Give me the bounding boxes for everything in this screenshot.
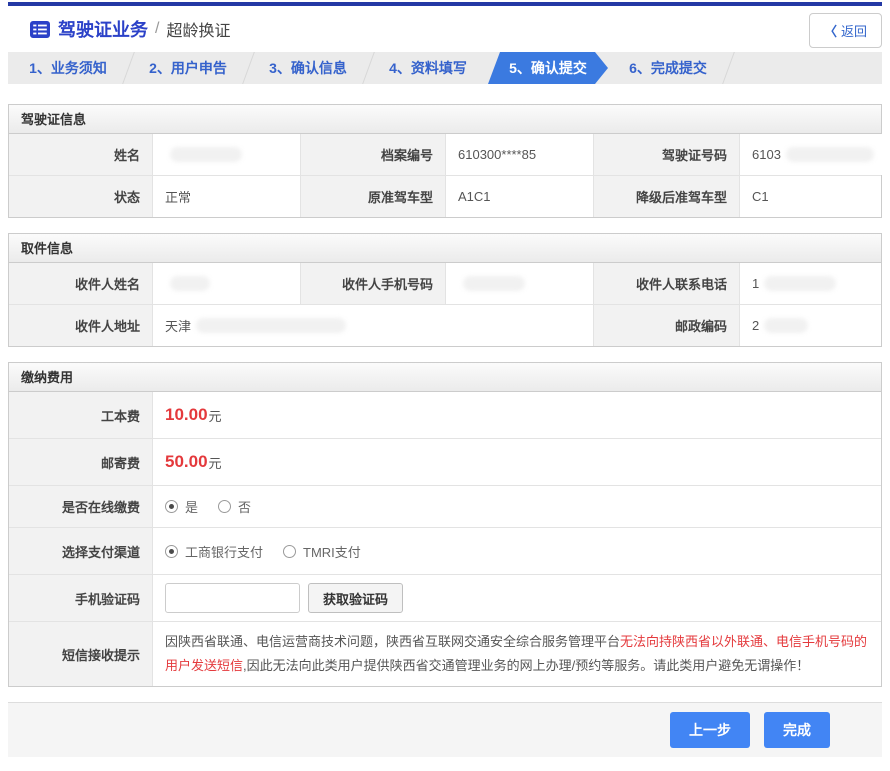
postcode-label: 邮政编码 <box>594 305 740 346</box>
license-info-title: 驾驶证信息 <box>9 105 881 134</box>
radio-online-no-label[interactable]: 否 <box>238 497 251 516</box>
recipient-address-value: 天津 <box>153 305 594 346</box>
original-class-label: 原准驾车型 <box>301 176 446 217</box>
name-value <box>153 134 301 175</box>
payment-channel-label: 选择支付渠道 <box>9 528 153 574</box>
recipient-name-label: 收件人姓名 <box>9 263 153 304</box>
redacted-blur <box>786 147 874 162</box>
step-5-confirm-submit[interactable]: 5、确认提交 <box>488 52 608 84</box>
payment-channel-options: 工商银行支付 TMRI支付 <box>153 528 881 574</box>
back-button-label: 返回 <box>841 24 867 39</box>
table-row: 是否在线缴费 是 否 <box>9 485 881 527</box>
step-2-user-declaration[interactable]: 2、用户申告 <box>128 52 248 84</box>
status-label: 状态 <box>9 176 153 217</box>
finish-button[interactable]: 完成 <box>764 712 830 748</box>
status-value: 正常 <box>153 176 301 217</box>
table-row: 工本费 10.00元 <box>9 392 881 438</box>
radio-online-no[interactable] <box>218 500 231 513</box>
breadcrumb-separator: / <box>155 20 159 38</box>
table-row: 状态 正常 原准驾车型 A1C1 降级后准驾车型 C1 <box>9 175 881 217</box>
radio-channel-tmri[interactable] <box>283 545 296 558</box>
step-6-complete-submit[interactable]: 6、完成提交 <box>608 52 728 84</box>
postage-fee-label: 邮寄费 <box>9 439 153 485</box>
footer-action-bar: 上一步 完成 <box>8 702 882 757</box>
recipient-phone-label: 收件人联系电话 <box>594 263 740 304</box>
redacted-blur <box>170 147 242 162</box>
table-row: 收件人姓名 收件人手机号码 收件人联系电话 1 <box>9 263 881 304</box>
table-row: 手机验证码 获取验证码 <box>9 574 881 621</box>
get-code-button[interactable]: 获取验证码 <box>308 583 403 613</box>
postage-fee-value: 50.00元 <box>153 439 881 485</box>
table-row: 姓名 档案编号 610300****85 驾驶证号码 6103 <box>9 134 881 175</box>
production-fee-value: 10.00元 <box>153 392 881 438</box>
radio-channel-tmri-label[interactable]: TMRI支付 <box>303 542 361 561</box>
license-info-section: 驾驶证信息 姓名 档案编号 610300****85 驾驶证号码 6103 状态… <box>8 104 882 218</box>
radio-online-yes[interactable] <box>165 500 178 513</box>
table-row: 收件人地址 天津 邮政编码 2 <box>9 304 881 346</box>
table-row: 邮寄费 50.00元 <box>9 438 881 485</box>
name-label: 姓名 <box>9 134 153 175</box>
page-header: 驾驶证业务 / 超龄换证 〈返回 <box>8 6 882 52</box>
recipient-mobile-label: 收件人手机号码 <box>301 263 446 304</box>
sms-notice-label: 短信接收提示 <box>9 622 153 686</box>
payment-title: 缴纳费用 <box>9 363 881 392</box>
previous-step-button[interactable]: 上一步 <box>670 712 750 748</box>
license-number-value: 6103 <box>740 134 886 175</box>
license-form-icon <box>30 21 50 38</box>
redacted-blur <box>170 276 210 291</box>
radio-channel-icbc-label[interactable]: 工商银行支付 <box>185 542 263 561</box>
step-1-business-notes[interactable]: 1、业务须知 <box>8 52 128 84</box>
pickup-info-section: 取件信息 收件人姓名 收件人手机号码 收件人联系电话 1 收件人地址 天津 邮政… <box>8 233 882 347</box>
step-4-fill-data[interactable]: 4、资料填写 <box>368 52 488 84</box>
postcode-value: 2 <box>740 305 881 346</box>
production-fee-label: 工本费 <box>9 392 153 438</box>
recipient-address-label: 收件人地址 <box>9 305 153 346</box>
online-payment-label: 是否在线缴费 <box>9 486 153 527</box>
payment-section: 缴纳费用 工本费 10.00元 邮寄费 50.00元 是否在线缴费 是 否 选择… <box>8 362 882 687</box>
recipient-mobile-value <box>446 263 594 304</box>
redacted-blur <box>764 276 836 291</box>
redacted-blur <box>764 318 808 333</box>
downgraded-class-value: C1 <box>740 176 881 217</box>
pickup-info-title: 取件信息 <box>9 234 881 263</box>
back-button[interactable]: 〈返回 <box>809 13 882 48</box>
step-3-confirm-info[interactable]: 3、确认信息 <box>248 52 368 84</box>
sms-code-input[interactable] <box>165 583 300 613</box>
radio-online-yes-label[interactable]: 是 <box>185 497 198 516</box>
file-number-value: 610300****85 <box>446 134 594 175</box>
step-bar-filler <box>728 52 882 84</box>
online-payment-options: 是 否 <box>153 486 881 527</box>
table-row: 短信接收提示 因陕西省联通、电信运营商技术问题，陕西省互联网交通安全综合服务管理… <box>9 621 881 686</box>
recipient-name-value <box>153 263 301 304</box>
page-title: 驾驶证业务 <box>58 16 148 42</box>
sms-notice-text: 因陕西省联通、电信运营商技术问题，陕西省互联网交通安全综合服务管理平台无法向持陕… <box>153 622 881 686</box>
license-number-label: 驾驶证号码 <box>594 134 740 175</box>
radio-channel-icbc[interactable] <box>165 545 178 558</box>
back-chevron-icon: 〈 <box>824 24 837 39</box>
table-row: 选择支付渠道 工商银行支付 TMRI支付 <box>9 527 881 574</box>
breadcrumb-current: 超龄换证 <box>166 17 230 41</box>
original-class-value: A1C1 <box>446 176 594 217</box>
redacted-blur <box>463 276 525 291</box>
file-number-label: 档案编号 <box>301 134 446 175</box>
downgraded-class-label: 降级后准驾车型 <box>594 176 740 217</box>
step-wizard: 1、业务须知 2、用户申告 3、确认信息 4、资料填写 5、确认提交 6、完成提… <box>8 52 882 84</box>
sms-code-field: 获取验证码 <box>153 575 881 621</box>
recipient-phone-value: 1 <box>740 263 881 304</box>
redacted-blur <box>196 318 346 333</box>
sms-code-label: 手机验证码 <box>9 575 153 621</box>
